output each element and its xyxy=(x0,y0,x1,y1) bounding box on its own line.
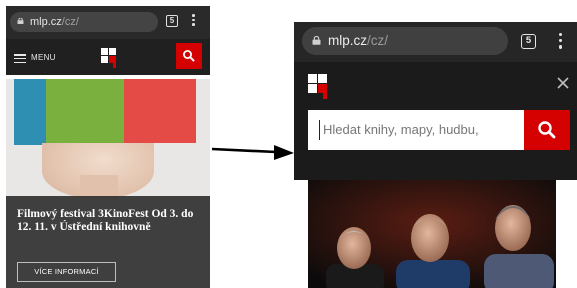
group-portrait xyxy=(308,180,556,288)
url-path: /cz/ xyxy=(61,16,79,28)
url-text: mlp.cz/cz/ xyxy=(328,33,388,49)
search-overlay: Hledat knihy, mapy, hudbu, xyxy=(294,62,577,180)
url-path: /cz/ xyxy=(367,33,389,48)
hero-banner[interactable]: Filmový festival 3KinoFest Od 3. do 12. … xyxy=(6,79,210,288)
search-placeholder: Hledat knihy, mapy, hudbu, xyxy=(323,122,479,137)
lock-icon xyxy=(17,18,24,24)
text-cursor xyxy=(319,120,321,140)
menu-label: MENU xyxy=(31,53,56,62)
lock-icon xyxy=(312,36,321,45)
mlp-logo[interactable] xyxy=(308,74,330,100)
menu-button[interactable]: MENU xyxy=(14,52,62,64)
url-host: mlp.cz xyxy=(328,33,368,48)
url-text: mlp.cz/cz/ xyxy=(30,15,79,29)
search-icon xyxy=(183,50,195,62)
search-input[interactable]: Hledat knihy, mapy, hudbu, xyxy=(308,110,524,150)
search-button[interactable] xyxy=(524,110,570,150)
tabs-counter-icon[interactable]: 5 xyxy=(166,15,178,27)
featured-photo[interactable] xyxy=(308,180,556,288)
hero-card-green xyxy=(46,79,124,143)
hamburger-icon xyxy=(14,54,26,64)
browser-toolbar: mlp.cz/cz/ 5 xyxy=(6,6,210,39)
more-vertical-icon[interactable] xyxy=(559,33,563,51)
browser-toolbar: mlp.cz/cz/ 5 xyxy=(294,22,577,62)
mlp-logo[interactable] xyxy=(101,48,119,68)
hero-card-red xyxy=(124,79,196,143)
more-info-button[interactable]: VÍCE INFORMACÍ xyxy=(17,262,116,282)
hero-caption: Filmový festival 3KinoFest Od 3. do 12. … xyxy=(6,196,210,288)
address-bar[interactable]: mlp.cz/cz/ xyxy=(302,27,508,55)
address-bar[interactable]: mlp.cz/cz/ xyxy=(10,12,158,32)
search-icon xyxy=(538,121,556,139)
close-icon[interactable] xyxy=(556,76,570,90)
url-host: mlp.cz xyxy=(30,16,62,28)
more-vertical-icon[interactable] xyxy=(192,14,196,28)
hero-title: Filmový festival 3KinoFest Od 3. do 12. … xyxy=(17,208,194,233)
before-screen: mlp.cz/cz/ 5 MENU Filmový festival 3Kino… xyxy=(6,6,210,288)
search-button[interactable] xyxy=(176,43,202,69)
after-screen: mlp.cz/cz/ 5 Hledat knihy, mapy, hudbu, xyxy=(294,22,577,288)
tabs-counter-icon[interactable]: 5 xyxy=(521,34,536,49)
